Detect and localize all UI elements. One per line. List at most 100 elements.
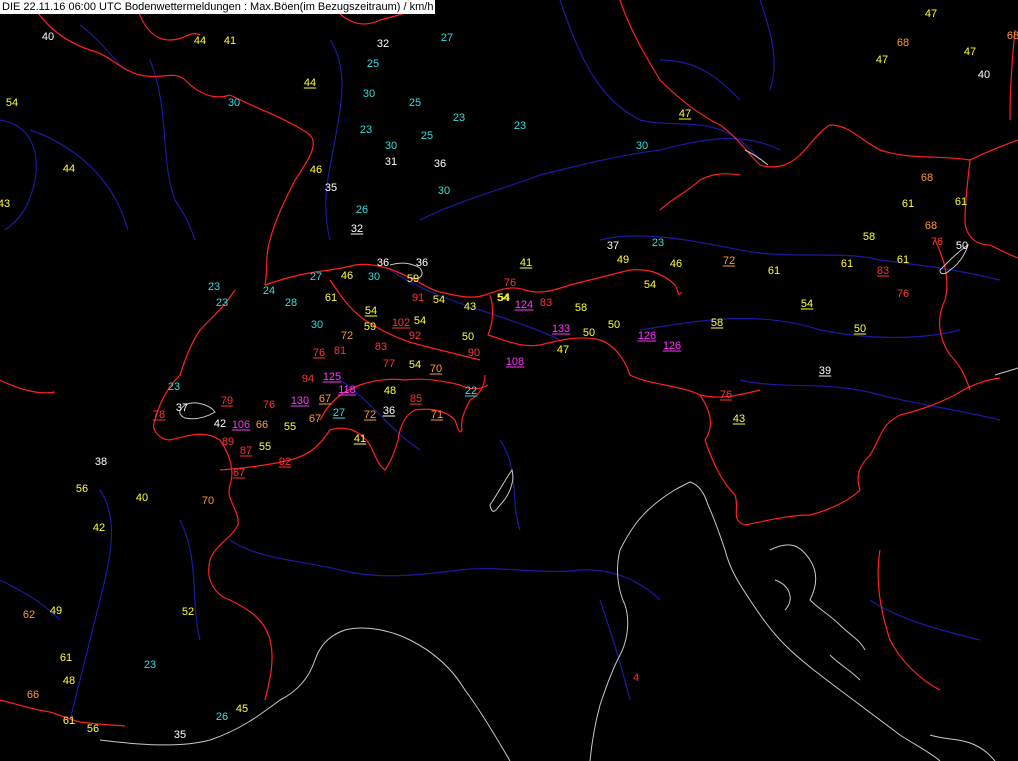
station-gust-value: 35	[174, 729, 186, 741]
station-gust-value: 30	[438, 185, 450, 197]
station-gust-value: 36	[434, 158, 446, 170]
map-background	[0, 0, 1018, 761]
station-gust-value: 50	[583, 327, 595, 339]
station-gust-value: 41	[224, 35, 236, 47]
weather-map: 40 44 41 32 2747684747406854 3044253025232325…	[0, 0, 1018, 761]
station-gust-value: 27	[441, 32, 453, 44]
station-gust-value: 54	[409, 359, 421, 371]
station-gust-value: 72	[723, 255, 735, 267]
station-gust-value: 70	[430, 363, 442, 375]
station-gust-value: 83	[375, 341, 387, 353]
station-gust-value: 66	[256, 419, 268, 431]
station-gust-value: 61	[841, 258, 853, 270]
station-gust-value: 81	[334, 345, 346, 357]
station-gust-value: 24	[263, 285, 275, 297]
station-gust-value: 89	[222, 436, 234, 448]
station-gust-value: 70	[202, 495, 214, 507]
station-gust-value: 61	[768, 265, 780, 277]
station-gust-value: 30	[368, 271, 380, 283]
station-gust-value: 77	[383, 358, 395, 370]
station-gust-value: 76	[897, 288, 909, 300]
station-gust-value: 47	[679, 108, 691, 120]
station-gust-value: 61	[955, 196, 967, 208]
station-gust-value: 54	[644, 279, 656, 291]
station-gust-value: 61	[63, 715, 75, 727]
station-gust-value: 71	[431, 409, 443, 421]
station-gust-value: 37	[607, 240, 619, 252]
station-gust-value: 76	[720, 389, 732, 401]
station-gust-value: 44	[63, 163, 75, 175]
station-gust-value: 32	[351, 223, 363, 235]
station-gust-value: 92	[279, 456, 291, 468]
station-gust-value: 42	[214, 418, 226, 430]
station-gust-value: 36	[383, 405, 395, 417]
station-gust-value: 126	[638, 330, 656, 342]
station-gust-value: 47	[876, 54, 888, 66]
station-gust-value: 78	[153, 409, 165, 421]
station-gust-value: 92	[409, 330, 421, 342]
station-gust-value: 61	[897, 254, 909, 266]
station-gust-value: 39	[819, 365, 831, 377]
station-gust-value: 43	[464, 301, 476, 313]
station-gust-value: 45	[236, 703, 248, 715]
station-gust-value: 68	[897, 37, 909, 49]
station-gust-value: 28	[285, 297, 297, 309]
station-gust-value: 50	[854, 323, 866, 335]
station-gust-value: 83	[877, 265, 889, 277]
station-gust-value: 68	[1007, 30, 1018, 42]
station-gust-value: 54	[365, 305, 377, 317]
station-gust-value: 106	[232, 419, 250, 431]
station-gust-value: 108	[506, 356, 524, 368]
station-gust-value: 76	[504, 277, 516, 289]
station-gust-value: 23	[652, 237, 664, 249]
station-gust-value: 76	[263, 399, 275, 411]
station-gust-value: 41	[520, 257, 532, 269]
station-gust-value: 55	[259, 441, 271, 453]
station-gust-value: 36	[416, 257, 428, 269]
station-gust-value: 41	[354, 433, 366, 445]
station-gust-value: 72	[341, 330, 353, 342]
station-gust-value: 30	[311, 319, 323, 331]
station-gust-value: 30	[228, 97, 240, 109]
station-gust-value: 67	[319, 393, 331, 405]
station-gust-value: 72	[364, 409, 376, 421]
station-gust-value: 23	[168, 381, 180, 393]
station-gust-value: 36	[377, 257, 389, 269]
station-gust-value: 56	[76, 483, 88, 495]
station-gust-value: 126	[663, 340, 681, 352]
station-gust-value: 61	[902, 198, 914, 210]
station-gust-value: 91	[412, 292, 424, 304]
station-gust-value: 26	[216, 711, 228, 723]
station-gust-value: 55	[284, 421, 296, 433]
map-title: DIE 22.11.16 06:00 UTC Bodenwettermeldun…	[0, 0, 436, 14]
station-gust-value: 25	[421, 130, 433, 142]
station-gust-value: 90	[468, 347, 480, 359]
station-gust-value: 27	[333, 407, 345, 419]
station-gust-value: 61	[325, 292, 337, 304]
station-gust-value: 23	[216, 297, 228, 309]
station-gust-value: 83	[540, 297, 552, 309]
station-gust-value: 46	[341, 270, 353, 282]
station-gust-value: 59	[364, 321, 376, 333]
station-gust-value: 54	[414, 315, 426, 327]
station-gust-value: 76	[313, 347, 325, 359]
station-gust-value: 54	[498, 292, 510, 304]
station-gust-value: 50	[608, 319, 620, 331]
station-gust-value: 118	[338, 384, 356, 396]
station-gust-value: 47	[964, 46, 976, 58]
station-gust-value: 44	[194, 35, 206, 47]
station-gust-value: 32	[377, 38, 389, 50]
station-gust-value: 46	[310, 164, 322, 176]
station-gust-value: 40	[136, 492, 148, 504]
station-gust-value: 62	[23, 609, 35, 621]
station-gust-value: 23	[514, 120, 526, 132]
station-gust-value: 50	[462, 331, 474, 343]
station-gust-value: 87	[240, 445, 252, 457]
station-gust-value: 56	[87, 723, 99, 735]
station-gust-value: 59	[407, 273, 419, 285]
station-gust-value: 50	[956, 240, 968, 252]
station-gust-value: 54	[801, 298, 813, 310]
station-gust-value: 26	[356, 204, 368, 216]
station-gust-value: 23	[453, 112, 465, 124]
station-gust-value: 23	[208, 281, 220, 293]
